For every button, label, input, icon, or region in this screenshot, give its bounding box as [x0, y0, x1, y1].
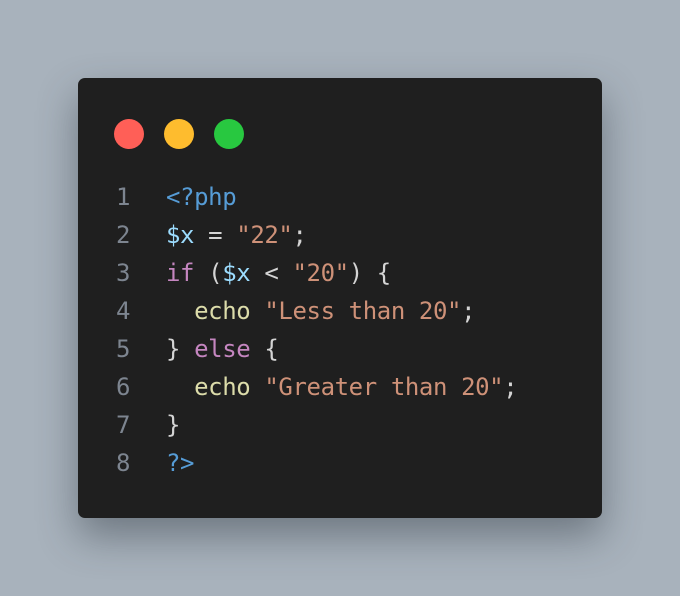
- line-number: 6: [115, 373, 130, 401]
- line-source: ?>: [166, 444, 195, 482]
- code-token-plain: {: [250, 335, 279, 363]
- code-token-keyword: else: [194, 335, 251, 363]
- line-number: 1: [115, 183, 130, 211]
- close-dot[interactable]: [114, 119, 144, 149]
- line-source: }: [166, 406, 180, 444]
- code-token-plain: (: [194, 259, 223, 287]
- code-token-plain: ;: [461, 297, 476, 325]
- code-token-string: "22": [236, 221, 293, 249]
- code-token-string: "Greater than 20": [264, 373, 504, 401]
- line-number: 4: [115, 297, 130, 325]
- code-token-variable: $x: [166, 221, 195, 249]
- code-line: 6 echo "Greater than 20";: [78, 368, 518, 406]
- line-source: echo "Less than 20";: [166, 292, 475, 330]
- line-source: $x = "22";: [166, 216, 307, 254]
- code-line: 5} else {: [78, 330, 517, 368]
- line-source: <?php: [166, 178, 237, 216]
- code-token-string: "Less than 20": [264, 297, 462, 325]
- code-token-plain: ;: [292, 221, 307, 249]
- code-token-plain: }: [166, 335, 195, 363]
- code-token-plain: ) {: [348, 259, 392, 287]
- line-number: 5: [115, 335, 130, 363]
- code-block: 1 <?php 2 $x = "22"; 3 if ($x < "20") {4 echo…: [78, 178, 518, 482]
- code-token-function: echo: [194, 297, 251, 325]
- minimize-dot[interactable]: [164, 119, 194, 149]
- code-window: 1 <?php 2 $x = "22"; 3 if ($x < "20") {4 echo…: [78, 78, 602, 518]
- code-token-plain: ;: [503, 373, 518, 401]
- line-number: 3: [115, 259, 130, 287]
- code-line: 1 <?php: [78, 178, 517, 216]
- line-source: if ($x < "20") {: [166, 254, 391, 292]
- code-token-plain: =: [194, 221, 237, 249]
- line-source: } else {: [166, 330, 279, 368]
- code-token-tag: <?php: [166, 183, 237, 211]
- code-token-plain: }: [166, 411, 181, 439]
- code-line: 3 if ($x < "20") {: [78, 254, 517, 292]
- code-token-string: "20": [292, 259, 349, 287]
- code-line: 4 echo "Less than 20";: [78, 292, 517, 330]
- code-line: 8 ?>: [78, 444, 517, 482]
- code-token-tag: ?>: [166, 449, 195, 477]
- code-line: 2 $x = "22";: [78, 216, 517, 254]
- line-number: 2: [115, 221, 130, 249]
- code-token-variable: $x: [222, 259, 251, 287]
- line-number: 8: [115, 449, 130, 477]
- code-line: 7}: [78, 406, 517, 444]
- line-source: echo "Greater than 20";: [166, 368, 518, 406]
- code-token-plain: <: [250, 259, 293, 287]
- code-token-keyword: if: [166, 259, 195, 287]
- code-token-function: echo: [194, 373, 251, 401]
- line-number: 7: [115, 411, 130, 439]
- maximize-dot[interactable]: [214, 119, 244, 149]
